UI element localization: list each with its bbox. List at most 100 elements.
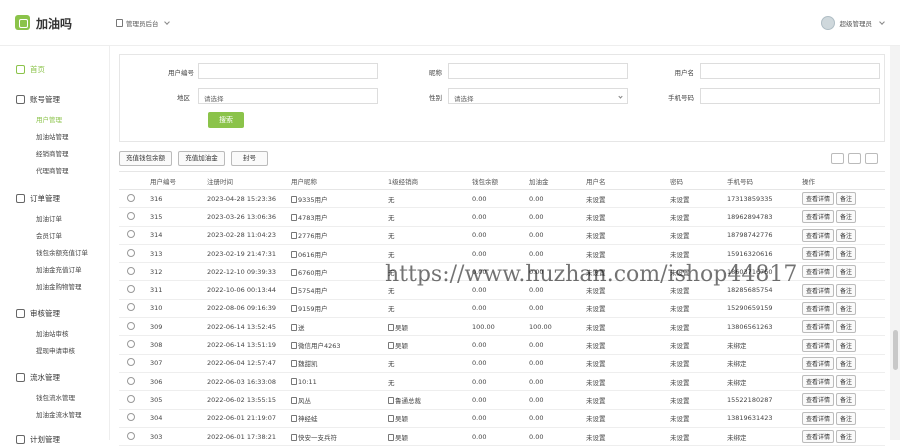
sidebar-item-stations[interactable]: 加油站管理 xyxy=(36,131,69,141)
scrollbar[interactable] xyxy=(890,46,900,440)
view-details-button[interactable]: 查看详情 xyxy=(802,210,835,224)
nickname-input[interactable] xyxy=(448,63,628,79)
row-select-cell[interactable] xyxy=(119,207,146,227)
sidebar-item-dealers[interactable]: 经销商管理 xyxy=(36,148,69,158)
view-details-button[interactable]: 查看详情 xyxy=(802,192,835,206)
note-button[interactable]: 备注 xyxy=(836,338,857,352)
table-row[interactable]: 304 2022-06-01 21:19:07 神经蛙 吴颖 0.00 0.00 未设置 未设… xyxy=(119,409,885,428)
gender-select[interactable]: 请选择 xyxy=(448,88,628,104)
scrollbar-thumb[interactable] xyxy=(893,330,898,370)
row-radio[interactable] xyxy=(127,266,135,275)
row-select-cell[interactable] xyxy=(119,299,146,319)
row-radio[interactable] xyxy=(127,230,135,239)
sidebar-group-flows[interactable]: 流水管理 xyxy=(16,372,60,383)
sidebar-item-agents[interactable]: 代理商管理 xyxy=(36,165,69,175)
role-selector[interactable]: 管理员后台 xyxy=(116,16,170,30)
sidebar-group-orders[interactable]: 订单管理 xyxy=(16,193,60,204)
view-details-button[interactable]: 查看详情 xyxy=(802,283,835,297)
recharge-fuel-button[interactable]: 充值加油金 xyxy=(178,151,225,166)
row-radio[interactable] xyxy=(127,285,135,294)
view-details-button[interactable]: 查看详情 xyxy=(802,301,835,315)
row-radio[interactable] xyxy=(127,321,135,330)
note-button[interactable]: 备注 xyxy=(836,228,857,242)
view-details-button[interactable]: 查看详情 xyxy=(802,411,835,425)
table-row[interactable]: 309 2022-06-14 13:52:45 送 吴颖 100.00 100.00 未设置… xyxy=(119,317,885,337)
columns-icon[interactable] xyxy=(831,153,844,164)
sidebar-item-withdraw-review[interactable]: 提现申请审核 xyxy=(36,345,75,355)
note-button[interactable]: 备注 xyxy=(836,411,857,425)
print-icon[interactable] xyxy=(865,153,878,164)
row-radio[interactable] xyxy=(127,431,135,440)
note-button[interactable]: 备注 xyxy=(836,356,857,370)
view-details-button[interactable]: 查看详情 xyxy=(802,356,835,370)
table-row[interactable]: 308 2022-06-14 13:51:19 微信用户4263 吴颖 0.00 0.00… xyxy=(119,335,885,355)
row-radio[interactable] xyxy=(127,211,135,220)
search-button[interactable]: 搜索 xyxy=(208,112,244,128)
ban-button[interactable]: 封号 xyxy=(231,151,268,166)
row-select-cell[interactable] xyxy=(119,427,146,446)
sidebar-item-fuel-orders[interactable]: 加油订单 xyxy=(36,213,62,223)
row-radio[interactable] xyxy=(127,303,135,312)
table-row[interactable]: 314 2023-02-28 11:04:23 2776用户 无 0.00 0.00 未设置… xyxy=(119,226,885,245)
table-row[interactable]: 305 2022-06-02 13:55:15 风丛 鲁通总裁 0.00 0.00 未设置 未… xyxy=(119,390,885,410)
table-row[interactable]: 307 2022-06-04 12:57:47 魏甜凯 无 0.00 0.00 未设置 未设置… xyxy=(119,354,885,373)
note-button[interactable]: 备注 xyxy=(836,393,857,407)
note-button[interactable]: 备注 xyxy=(836,192,857,206)
row-radio[interactable] xyxy=(127,248,135,257)
note-button[interactable]: 备注 xyxy=(836,320,857,334)
view-details-button[interactable]: 查看详情 xyxy=(802,393,835,407)
sidebar-group-accounts[interactable]: 账号管理 xyxy=(16,94,60,105)
view-details-button[interactable]: 查看详情 xyxy=(802,375,835,389)
table-row[interactable]: 306 2022-06-03 16:33:08 10:11 无 0.00 0.00 未设置 未… xyxy=(119,372,885,392)
note-button[interactable]: 备注 xyxy=(836,430,857,443)
note-button[interactable]: 备注 xyxy=(836,210,857,224)
row-select-cell[interactable] xyxy=(119,335,146,355)
view-details-button[interactable]: 查看详情 xyxy=(802,265,835,279)
row-select-cell[interactable] xyxy=(119,226,146,245)
table-row[interactable]: 316 2023-04-28 15:23:36 9335用户 无 0.00 0.00 未设置… xyxy=(119,189,885,209)
sidebar-item-member-orders[interactable]: 会员订单 xyxy=(36,230,62,240)
table-row[interactable]: 313 2023-02-19 21:47:31 0616用户 无 0.00 0.00 未设置… xyxy=(119,244,885,264)
note-button[interactable]: 备注 xyxy=(836,265,857,279)
sidebar-group-review[interactable]: 审核管理 xyxy=(16,308,60,319)
row-select-cell[interactable] xyxy=(119,390,146,410)
sidebar-item-fuel-shopping[interactable]: 加油金购物管理 xyxy=(36,281,82,291)
region-select[interactable]: 请选择 xyxy=(198,88,378,104)
note-button[interactable]: 备注 xyxy=(836,301,857,315)
row-radio[interactable] xyxy=(127,376,135,385)
note-button[interactable]: 备注 xyxy=(836,283,857,297)
table-row[interactable]: 315 2023-03-26 13:06:36 4783用户 无 0.00 0.00 未设置… xyxy=(119,207,885,227)
sidebar-item-fuel-recharge[interactable]: 加油金充值订单 xyxy=(36,264,82,274)
note-button[interactable]: 备注 xyxy=(836,247,857,261)
sidebar-item-station-review[interactable]: 加油站审核 xyxy=(36,328,69,338)
row-radio[interactable] xyxy=(127,340,135,349)
table-row[interactable]: 310 2022-08-06 09:16:39 9159用户 无 0.00 0.00 未设置… xyxy=(119,299,885,319)
row-select-cell[interactable] xyxy=(119,409,146,428)
sidebar-item-home[interactable]: 首页 xyxy=(16,64,45,75)
view-details-button[interactable]: 查看详情 xyxy=(802,320,835,334)
user-menu[interactable]: 超级管理员 xyxy=(820,16,885,30)
row-select-cell[interactable] xyxy=(119,280,146,300)
sidebar-item-wallet-flow[interactable]: 钱包流水管理 xyxy=(36,392,75,402)
view-details-button[interactable]: 查看详情 xyxy=(802,338,835,352)
row-select-cell[interactable] xyxy=(119,262,146,282)
row-radio[interactable] xyxy=(127,394,135,403)
row-select-cell[interactable] xyxy=(119,244,146,264)
row-select-cell[interactable] xyxy=(119,189,146,209)
view-details-button[interactable]: 查看详情 xyxy=(802,247,835,261)
row-radio[interactable] xyxy=(127,358,135,367)
export-icon[interactable] xyxy=(848,153,861,164)
phone-input[interactable] xyxy=(700,88,880,104)
sidebar-item-users[interactable]: 用户管理 xyxy=(36,114,62,124)
user-id-input[interactable] xyxy=(198,63,378,79)
note-button[interactable]: 备注 xyxy=(836,375,857,389)
username-input[interactable] xyxy=(700,63,880,79)
row-radio[interactable] xyxy=(127,193,135,202)
sidebar-item-wallet-recharge[interactable]: 钱包余额充值订单 xyxy=(36,247,88,257)
sidebar-item-fuel-flow[interactable]: 加油金流水管理 xyxy=(36,409,82,419)
row-select-cell[interactable] xyxy=(119,354,146,373)
view-details-button[interactable]: 查看详情 xyxy=(802,430,835,443)
row-radio[interactable] xyxy=(127,413,135,422)
row-select-cell[interactable] xyxy=(119,317,146,337)
recharge-wallet-button[interactable]: 充值钱包余额 xyxy=(119,151,172,166)
